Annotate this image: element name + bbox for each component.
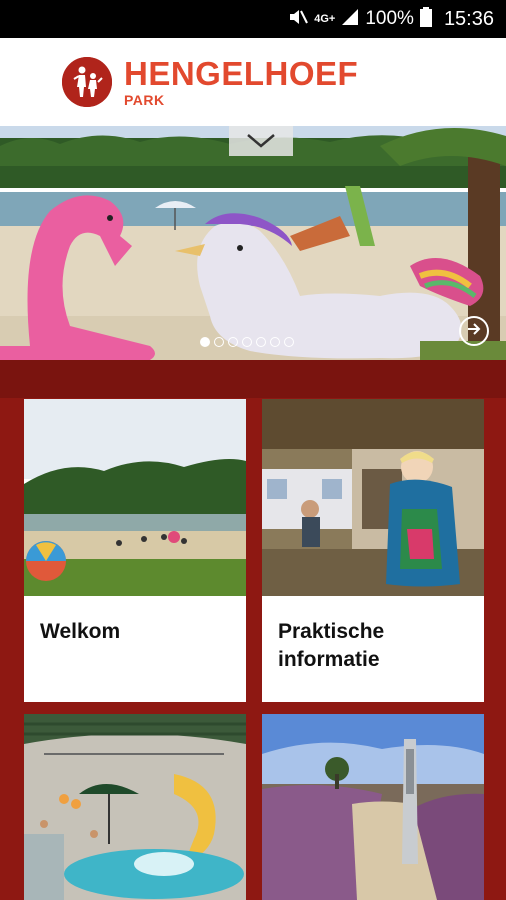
carousel-dot[interactable] (214, 337, 224, 347)
chevron-down-icon (246, 133, 276, 149)
carousel-dot[interactable] (284, 337, 294, 347)
carousel-next-button[interactable] (459, 316, 489, 346)
content-header-stripe (0, 360, 506, 398)
carousel-dot[interactable] (228, 337, 238, 347)
battery-icon (419, 6, 432, 32)
card-welkom-label: Welkom (40, 620, 121, 643)
family-logo-icon (62, 57, 112, 107)
status-bar: 4G+ 100% 15:36 (0, 0, 506, 38)
battery-percentage: 100% (365, 8, 414, 29)
card-praktische-informatie[interactable]: Praktische informatie (262, 399, 484, 702)
clock: 15:36 (443, 7, 494, 30)
content-area: Welkom Praktische informatie (0, 360, 506, 900)
carousel-dot[interactable] (256, 337, 266, 347)
network-icon: 4G+ (314, 13, 336, 25)
hero-carousel[interactable] (0, 126, 506, 360)
logo-subtitle: PARK (124, 92, 165, 108)
carousel-dot[interactable] (270, 337, 280, 347)
card-natuur[interactable] (262, 714, 484, 900)
card-zwembad[interactable] (24, 714, 246, 900)
carousel-indicators[interactable] (200, 337, 294, 347)
carousel-dot[interactable] (200, 337, 210, 347)
logo-wordmark: HENGELHOEF PARK (124, 57, 358, 107)
card-praktische-informatie-image (262, 399, 484, 596)
card-welkom[interactable]: Welkom (24, 399, 246, 702)
card-welkom-image (24, 399, 246, 596)
card-zwembad-image (24, 714, 246, 900)
carousel-dot[interactable] (242, 337, 252, 347)
arrow-right-circle-icon (465, 320, 483, 343)
card-praktische-informatie-label: Praktische informatie (278, 620, 385, 672)
logo-title: HENGELHOEF (124, 55, 359, 92)
card-natuur-image (262, 714, 484, 900)
collapse-header-button[interactable] (229, 126, 293, 156)
app-header: HENGELHOEF PARK (0, 38, 506, 126)
hero-image (0, 126, 506, 360)
mute-icon (288, 8, 309, 31)
signal-icon (341, 8, 359, 31)
